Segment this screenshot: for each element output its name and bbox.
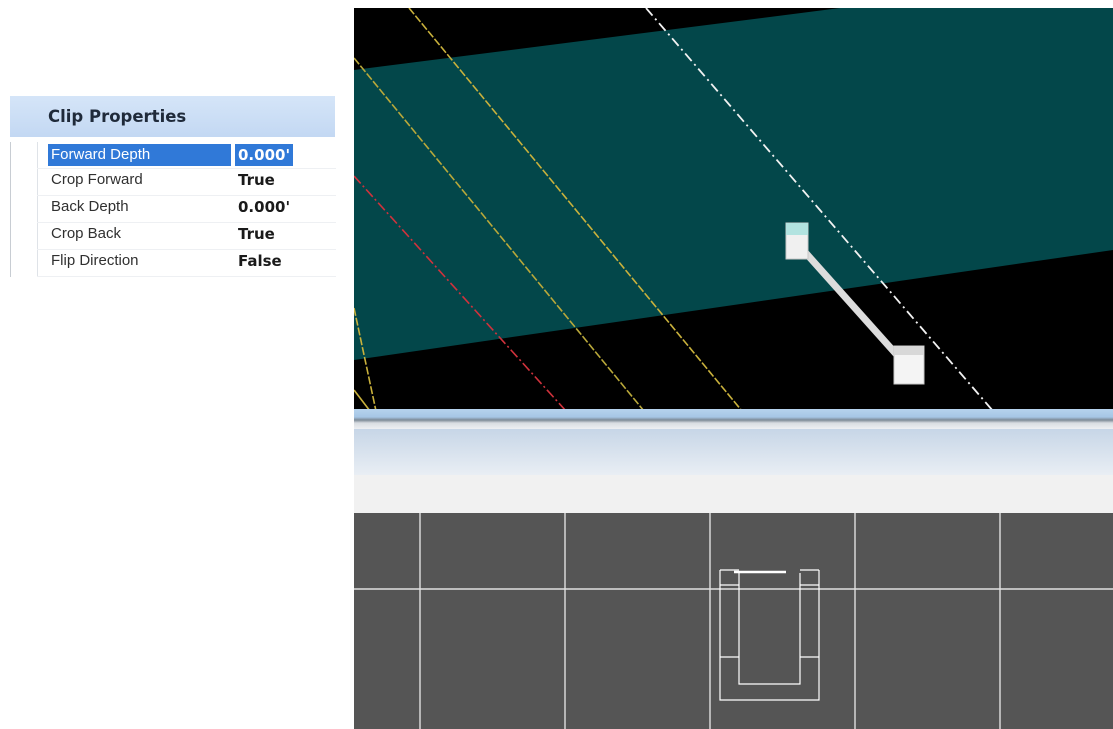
plan-view[interactable] xyxy=(354,513,1113,729)
clip-plane-volume xyxy=(354,8,1113,360)
property-value-field[interactable]: 0.000' xyxy=(235,144,294,166)
plan-view-canvas xyxy=(354,513,1113,729)
clip-handle-back-top xyxy=(894,346,924,355)
property-value-field[interactable]: True xyxy=(235,223,278,245)
clip-handle-front-top xyxy=(786,223,808,235)
property-value-field[interactable]: 0.000' xyxy=(235,196,293,218)
panel-title: Clip Properties xyxy=(48,107,187,126)
property-name: Flip Direction xyxy=(51,252,139,269)
property-row-crop-forward[interactable]: Crop Forward True xyxy=(11,169,336,196)
property-row-flip-direction[interactable]: Flip Direction False xyxy=(11,250,336,277)
3d-view-canvas xyxy=(354,8,1113,411)
property-grid: Forward Depth 0.000' Crop Forward True B… xyxy=(10,142,336,277)
3d-view[interactable] xyxy=(354,8,1113,411)
clip-properties-panel: Clip Properties Forward Depth 0.000' Cro… xyxy=(10,96,336,281)
property-value-field[interactable]: False xyxy=(235,250,285,272)
property-row-back-depth[interactable]: Back Depth 0.000' xyxy=(11,196,336,223)
property-name: Forward Depth xyxy=(48,144,231,166)
property-name: Crop Back xyxy=(51,225,122,242)
property-name: Back Depth xyxy=(51,198,129,215)
view-header-strip xyxy=(354,475,1113,513)
property-row-crop-back[interactable]: Crop Back True xyxy=(11,223,336,250)
property-row-forward-depth[interactable]: Forward Depth 0.000' xyxy=(11,142,336,169)
grid-lines xyxy=(354,513,1113,729)
property-name: Crop Forward xyxy=(51,171,143,188)
panel-header: Clip Properties xyxy=(10,96,335,137)
view-splitter[interactable] xyxy=(354,409,1113,429)
view-toolbar xyxy=(354,429,1113,475)
yellow-line xyxy=(354,389,371,411)
property-value-field[interactable]: True xyxy=(235,169,278,191)
